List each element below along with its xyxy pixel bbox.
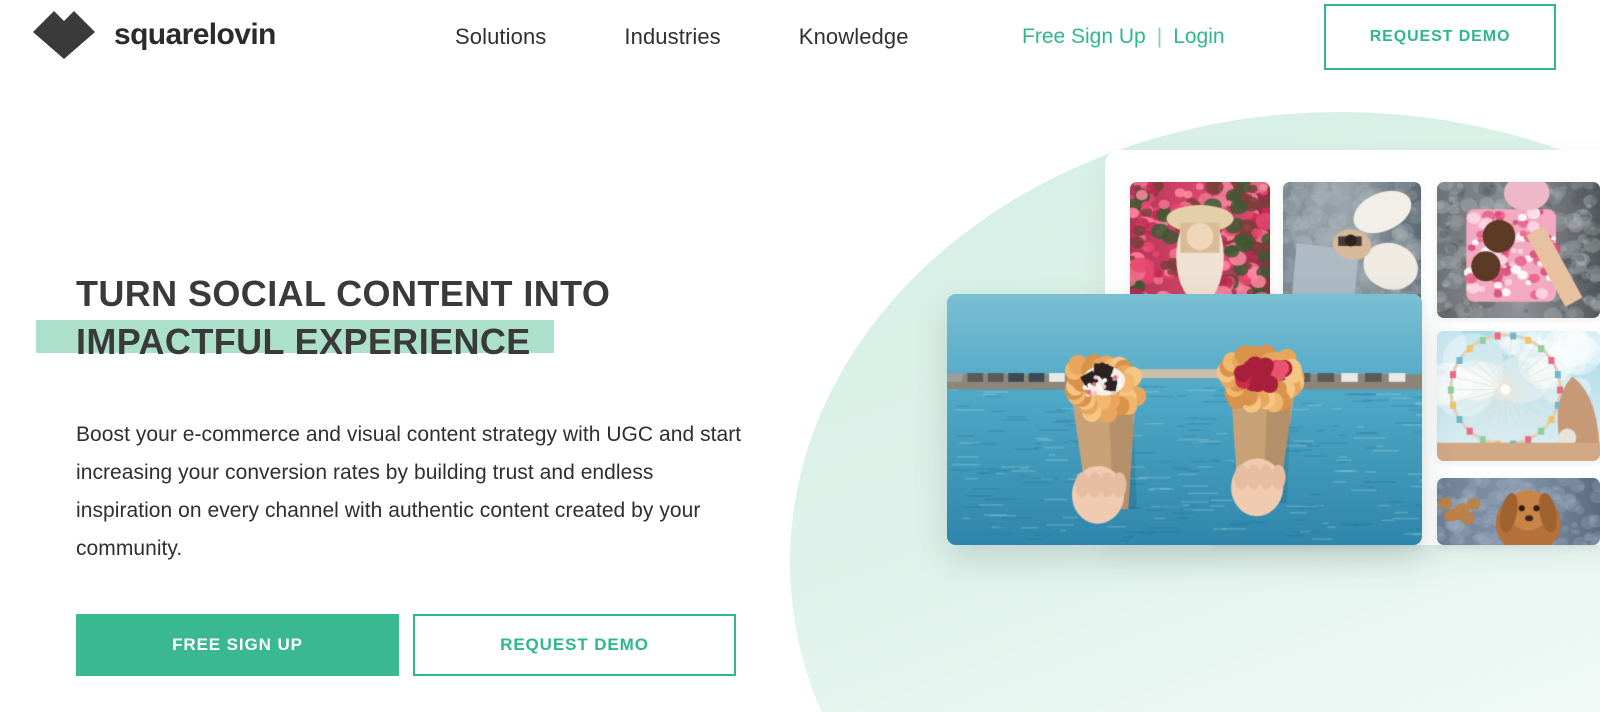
- heart-logo-icon: [33, 11, 95, 59]
- request-demo-button[interactable]: REQUEST DEMO: [413, 613, 736, 676]
- hero-copy: TURN SOCIAL CONTENT INTO IMPACTFUL EXPER…: [36, 270, 776, 676]
- brand-name: squarelovin: [114, 18, 276, 51]
- tile-puppy[interactable]: [1437, 478, 1600, 545]
- tile-pink-waffle[interactable]: [1437, 182, 1600, 318]
- page-title: TURN SOCIAL CONTENT INTO IMPACTFUL EXPER…: [36, 270, 776, 366]
- headline-line-2: IMPACTFUL EXPERIENCE: [76, 320, 531, 362]
- primary-nav: Solutions Industries Knowledge: [455, 24, 909, 50]
- headline-line-1: TURN SOCIAL CONTENT INTO: [76, 273, 611, 314]
- free-sign-up-link[interactable]: Free Sign Up: [1022, 25, 1146, 49]
- login-link[interactable]: Login: [1173, 25, 1224, 49]
- nav-knowledge[interactable]: Knowledge: [799, 24, 909, 50]
- feature-tile-bubble-waffles[interactable]: [947, 294, 1422, 545]
- site-header: squarelovin Solutions Industries Knowled…: [0, 0, 1600, 74]
- free-sign-up-button[interactable]: FREE SIGN UP: [76, 613, 399, 676]
- hero-cta-row: FREE SIGN UP REQUEST DEMO: [76, 613, 776, 676]
- hero-page: squarelovin Solutions Industries Knowled…: [0, 0, 1600, 712]
- nav-industries[interactable]: Industries: [624, 24, 720, 50]
- auth-links: Free Sign Up | Login: [1022, 25, 1225, 49]
- tile-ferris-wheel[interactable]: [1437, 331, 1600, 461]
- nav-solutions[interactable]: Solutions: [455, 24, 546, 50]
- hero-subcopy: Boost your e-commerce and visual content…: [76, 422, 742, 560]
- auth-separator: |: [1156, 25, 1163, 48]
- brand-logo[interactable]: squarelovin: [33, 11, 276, 59]
- header-request-demo-button[interactable]: REQUEST DEMO: [1324, 4, 1556, 70]
